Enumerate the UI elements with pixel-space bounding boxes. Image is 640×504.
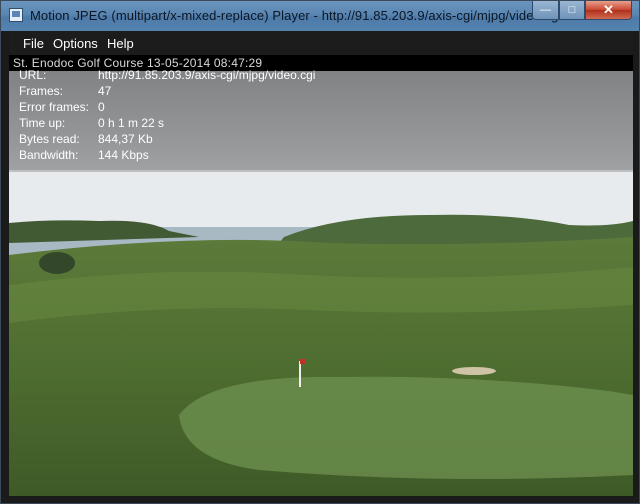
menu-bar: File Options Help: [9, 31, 633, 55]
menu-options[interactable]: Options: [53, 36, 98, 51]
menu-help[interactable]: Help: [107, 36, 134, 51]
minimize-icon: —: [540, 4, 551, 16]
maximize-button[interactable]: □: [559, 1, 585, 20]
info-label-bytes-read: Bytes read:: [19, 132, 80, 146]
info-label-url: URL:: [19, 68, 47, 82]
window-title: Motion JPEG (multipart/x-mixed-replace) …: [30, 8, 562, 23]
title-bar[interactable]: Motion JPEG (multipart/x-mixed-replace) …: [1, 1, 639, 31]
menu-file[interactable]: File: [23, 36, 44, 51]
info-value-url: http://91.85.203.9/axis-cgi/mjpg/video.c…: [98, 68, 316, 82]
info-value-bandwidth: 144 Kbps: [98, 148, 149, 162]
close-button[interactable]: ✕: [585, 1, 632, 20]
info-value-frames: 47: [98, 84, 112, 98]
info-value-bytes-read: 844,37 Kb: [98, 132, 153, 146]
info-label-time-up: Time up:: [19, 116, 66, 130]
info-value-time-up: 0 h 1 m 22 s: [98, 116, 165, 130]
close-icon: ✕: [603, 2, 614, 17]
video-view: St. Enodoc Golf Course 13-05-2014 08:47:…: [9, 55, 633, 496]
info-label-frames: Frames:: [19, 84, 64, 98]
player-window: Motion JPEG (multipart/x-mixed-replace) …: [0, 0, 640, 504]
minimize-button[interactable]: —: [532, 1, 559, 20]
maximize-icon: □: [568, 4, 576, 16]
info-value-error-frames: 0: [98, 100, 105, 114]
info-label-error-frames: Error frames:: [19, 100, 90, 114]
app-icon: [9, 8, 23, 22]
info-label-bandwidth: Bandwidth:: [19, 148, 79, 162]
